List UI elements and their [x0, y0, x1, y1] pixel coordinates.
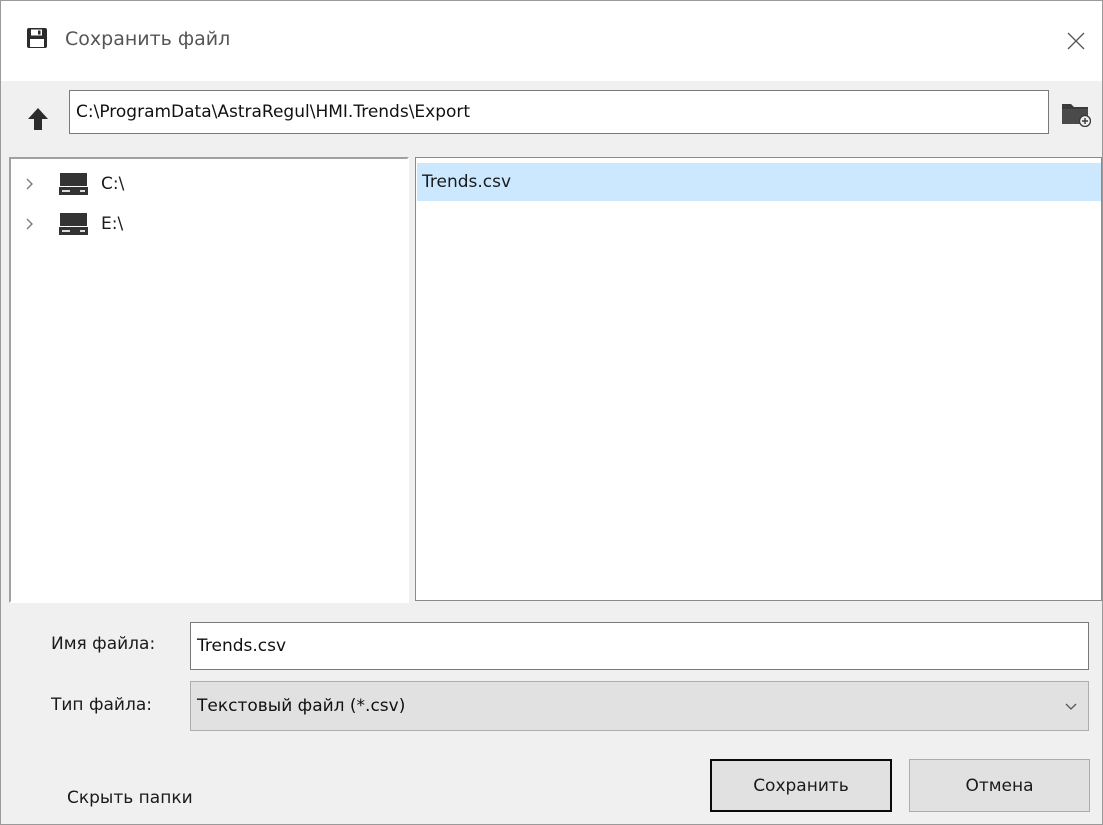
chevron-down-icon	[1065, 703, 1077, 710]
filetype-value: Текстовый файл (*.csv)	[197, 696, 406, 716]
window-title: Сохранить файл	[65, 28, 231, 50]
tree-item-label: C:\	[101, 174, 125, 194]
filetype-label: Тип файла:	[51, 695, 152, 715]
file-list[interactable]: Trends.csv	[415, 157, 1102, 601]
chevron-right-icon[interactable]	[23, 217, 37, 231]
new-folder-icon	[1062, 104, 1091, 127]
save-button[interactable]: Сохранить	[710, 759, 892, 812]
new-folder-button[interactable]	[1061, 99, 1091, 127]
tree-item-label: E:\	[101, 214, 124, 234]
path-input[interactable]: C:\ProgramData\AstraRegul\HMI.Trends\Exp…	[69, 90, 1049, 134]
close-icon	[1067, 32, 1085, 50]
title-bar: Сохранить файл	[1, 1, 1102, 81]
save-icon	[27, 28, 47, 48]
cancel-button[interactable]: Отмена	[909, 759, 1090, 812]
file-item-trends-csv[interactable]: Trends.csv	[417, 163, 1101, 201]
filename-label: Имя файла:	[51, 634, 156, 654]
folder-tree[interactable]: C:\ E:\	[9, 157, 409, 603]
chevron-right-icon[interactable]	[23, 177, 37, 191]
hide-folders-button[interactable]: Скрыть папки	[67, 788, 193, 808]
arrow-up-icon	[28, 108, 48, 130]
tree-item-c-drive[interactable]: C:\	[23, 170, 323, 198]
up-folder-button[interactable]	[25, 106, 51, 132]
filename-input[interactable]: Trends.csv	[190, 622, 1089, 670]
path-toolbar: C:\ProgramData\AstraRegul\HMI.Trends\Exp…	[1, 81, 1102, 153]
close-button[interactable]	[1050, 1, 1102, 81]
tree-item-e-drive[interactable]: E:\	[23, 210, 323, 238]
drive-icon	[59, 213, 88, 235]
save-file-dialog: Сохранить файл C:\ProgramData\AstraRegul…	[0, 0, 1103, 825]
filetype-select[interactable]: Текстовый файл (*.csv)	[190, 681, 1089, 731]
drive-icon	[59, 173, 88, 195]
